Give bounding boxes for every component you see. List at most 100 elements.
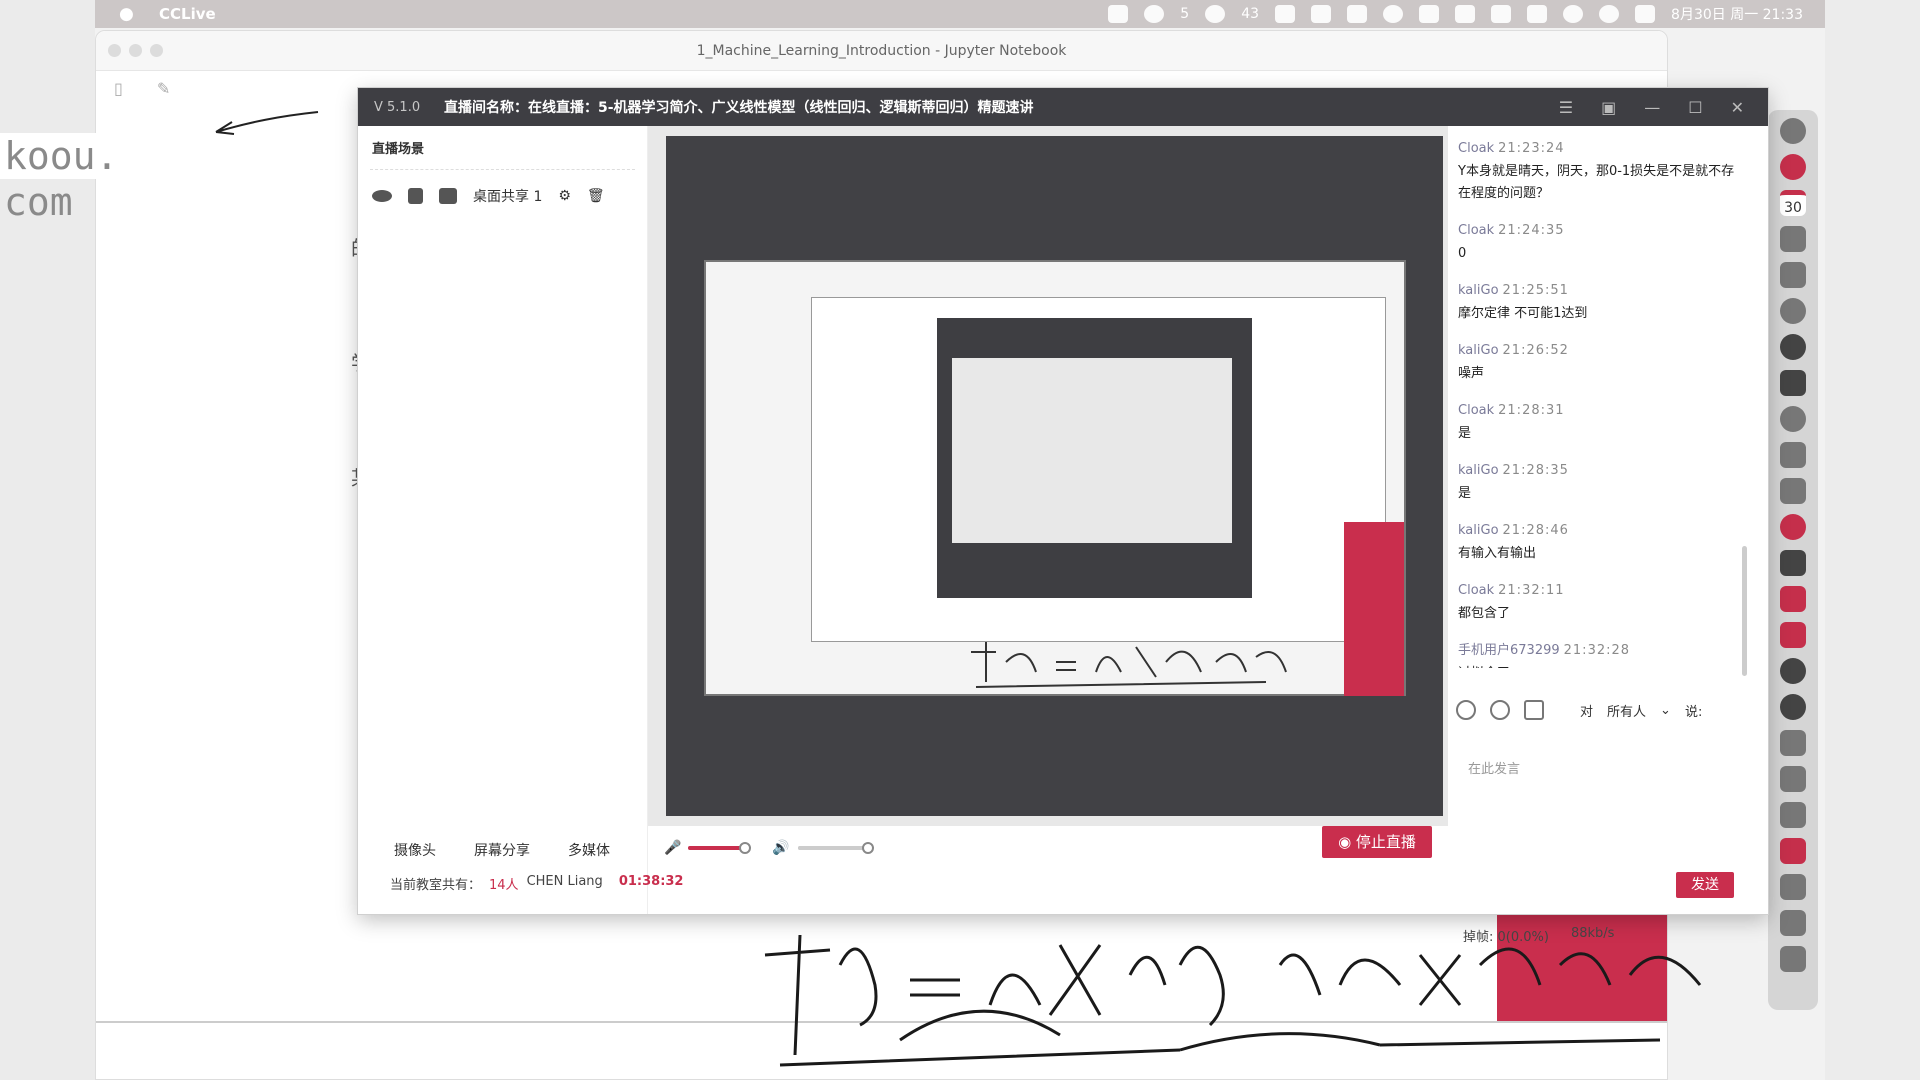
wechat-icon[interactable]: [1144, 5, 1165, 23]
scene-item[interactable]: 桌面共享 1 ⚙ 🗑: [358, 170, 647, 222]
close-icon[interactable]: ✕: [1731, 98, 1744, 117]
finder-icon[interactable]: [1780, 478, 1806, 504]
target-select[interactable]: 所有人: [1607, 701, 1646, 720]
zoom-dot-icon[interactable]: [150, 44, 163, 57]
terminal-icon[interactable]: [1780, 370, 1806, 396]
chrome-icon[interactable]: [1780, 118, 1806, 144]
sync-icon[interactable]: [1780, 694, 1806, 720]
stop-broadcast-button[interactable]: ◉ 停止直播: [1322, 826, 1432, 858]
battery-icon[interactable]: [1527, 5, 1548, 23]
play-icon[interactable]: [1383, 5, 1404, 23]
chat-time: 21:32:11: [1498, 583, 1565, 598]
microphone-icon[interactable]: 🎤: [664, 840, 681, 856]
chat-text: 是: [1458, 486, 1472, 501]
desktop-right-edge: [1825, 0, 1920, 1080]
wechat-dock-icon[interactable]: [1780, 442, 1806, 468]
cloud-icon[interactable]: [1780, 874, 1806, 900]
speaker-icon[interactable]: 🔊: [772, 840, 789, 856]
chat-user[interactable]: kaliGo: [1458, 283, 1499, 298]
record-icon[interactable]: [1780, 514, 1806, 540]
clipboard-icon[interactable]: [1347, 5, 1368, 23]
close-dot-icon[interactable]: [108, 44, 121, 57]
calendar-icon[interactable]: 30: [1780, 190, 1806, 216]
chevron-down-icon[interactable]: ⌄: [1660, 703, 1671, 718]
chat-user[interactable]: Cloak: [1458, 583, 1494, 598]
version-label: V 5.1.0: [374, 99, 421, 115]
jupyter-title: 1_Machine_Learning_Introduction - Jupyte…: [96, 31, 1667, 71]
mic-volume-slider[interactable]: [688, 842, 751, 854]
screen-share-tab[interactable]: 屏幕分享: [474, 840, 530, 860]
chat-user[interactable]: Cloak: [1458, 141, 1494, 156]
eye-icon[interactable]: [372, 190, 392, 202]
jupyter-toolbar: ▯ ✎: [114, 79, 170, 98]
chat-message: Cloak 21:23:24 Y本身就是晴天，阴天，那0-1损失是不是就不存在程度的…: [1458, 140, 1740, 205]
multimedia-tab[interactable]: 多媒体: [568, 840, 610, 860]
speaker-volume-fill: [798, 846, 819, 850]
vscode-icon[interactable]: [1780, 262, 1806, 288]
app-status-icon[interactable]: [1108, 5, 1129, 23]
chat-user[interactable]: kaliGo: [1458, 343, 1499, 358]
chat-message-list[interactable]: Cloak 21:23:24 Y本身就是晴天，阴天，那0-1损失是不是就不存在程度的…: [1448, 126, 1740, 668]
gear-icon[interactable]: ⚙: [558, 188, 571, 204]
speaker-volume-knob[interactable]: [862, 842, 874, 854]
monitor-icon[interactable]: [1780, 550, 1806, 576]
image-icon[interactable]: [1524, 700, 1544, 720]
apple-icon[interactable]: ●: [119, 4, 147, 24]
menu-icon[interactable]: ☰: [1559, 98, 1573, 117]
chat-scrollbar[interactable]: [1742, 546, 1747, 676]
mic-volume-fill: [688, 846, 745, 850]
dock: 30: [1768, 110, 1818, 1010]
layout-icon[interactable]: ▣: [1601, 98, 1616, 117]
maximize-icon[interactable]: ☐: [1688, 98, 1702, 117]
dictionary-icon[interactable]: [1780, 802, 1806, 828]
speaker-volume-slider[interactable]: [798, 842, 874, 854]
books-icon[interactable]: [1780, 838, 1806, 864]
trash-icon[interactable]: [1780, 946, 1806, 972]
delete-icon[interactable]: 🗑: [587, 188, 605, 204]
chat-user[interactable]: kaliGo: [1458, 523, 1499, 538]
bluetooth-icon[interactable]: [1491, 5, 1512, 23]
control-center-icon[interactable]: [1635, 5, 1656, 23]
scene-item-label[interactable]: 桌面共享 1: [473, 186, 542, 206]
send-button[interactable]: 发送: [1676, 872, 1734, 898]
window-traffic-lights: [108, 44, 163, 57]
grid-icon[interactable]: [1455, 5, 1476, 23]
menu-clock[interactable]: 8月30日 周一 21:33: [1671, 4, 1803, 24]
edit-icon[interactable]: ✎: [157, 79, 170, 98]
chat-text: 过拟合了: [1458, 663, 1740, 668]
minimize-dot-icon[interactable]: [129, 44, 142, 57]
spotlight-icon[interactable]: [1599, 5, 1620, 23]
qq-dock-icon[interactable]: [1780, 406, 1806, 432]
chat-panel: Cloak 21:23:24 Y本身就是晴天，阴天，那0-1损失是不是就不存在程度的…: [1448, 126, 1768, 945]
chat-user[interactable]: 手机用户673299: [1458, 643, 1560, 658]
app-icon[interactable]: [1780, 154, 1806, 180]
input-method-icon[interactable]: [1311, 5, 1332, 23]
settings-icon[interactable]: [1780, 910, 1806, 936]
camera-tab[interactable]: 摄像头: [394, 840, 436, 860]
chat-user[interactable]: Cloak: [1458, 223, 1494, 238]
notes-app-icon[interactable]: [1780, 622, 1806, 648]
emoji-icon[interactable]: [1456, 700, 1476, 720]
dark-app-icon[interactable]: [1780, 334, 1806, 360]
text-icon[interactable]: [1780, 730, 1806, 756]
mic-volume-knob[interactable]: [739, 842, 751, 854]
github-icon[interactable]: [1780, 658, 1806, 684]
weibo-icon[interactable]: [1780, 586, 1806, 612]
screen-handwriting: [764, 934, 1702, 1067]
comment-icon[interactable]: [1490, 700, 1510, 720]
nested-screen: [952, 358, 1232, 543]
lock-icon[interactable]: [408, 188, 423, 204]
tools-icon[interactable]: [1780, 226, 1806, 252]
minimize-icon[interactable]: —: [1644, 98, 1660, 117]
printer-icon[interactable]: [1780, 766, 1806, 792]
chat-input[interactable]: 在此发言: [1468, 758, 1520, 777]
window-icon[interactable]: [1419, 5, 1440, 23]
search-app-icon[interactable]: [1275, 5, 1296, 23]
chat-user[interactable]: kaliGo: [1458, 463, 1499, 478]
wifi-icon[interactable]: [1563, 5, 1584, 23]
qq-icon[interactable]: [1205, 5, 1226, 23]
circle-app-icon[interactable]: [1780, 298, 1806, 324]
sidebar-toggle-icon[interactable]: ▯: [114, 79, 123, 98]
menu-app-name[interactable]: CCLive: [159, 5, 216, 23]
chat-user[interactable]: Cloak: [1458, 403, 1494, 418]
